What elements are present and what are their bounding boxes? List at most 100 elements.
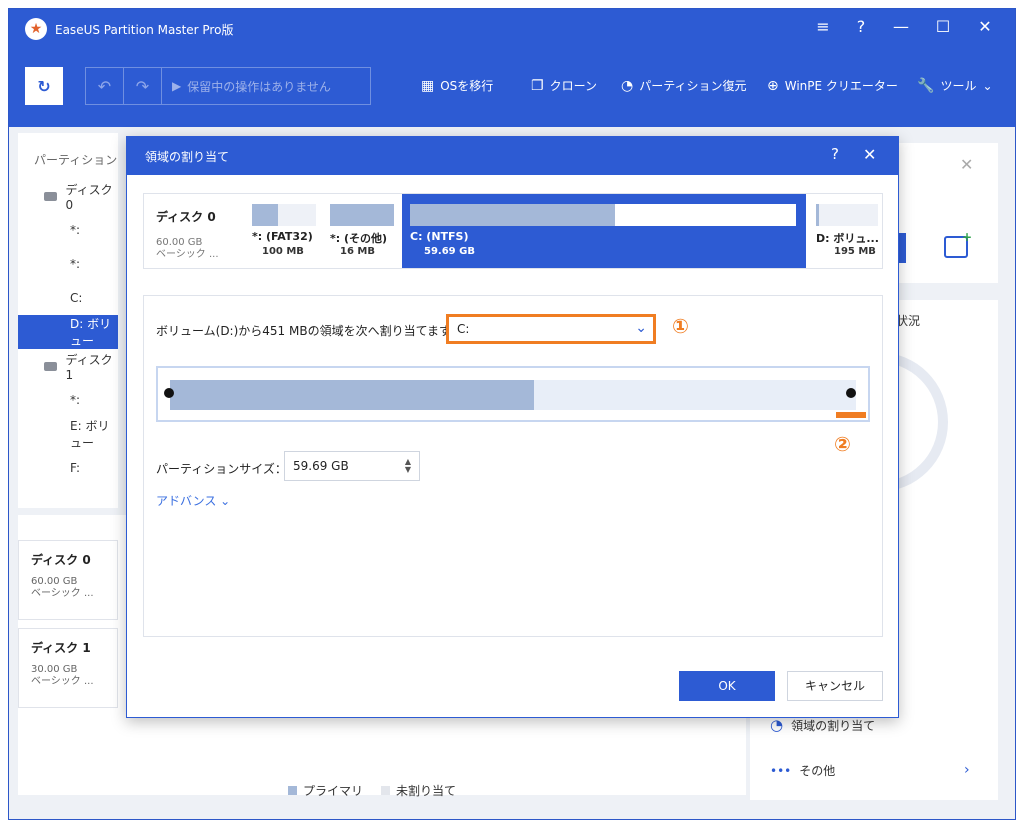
slider-fill: [170, 380, 534, 410]
partition-list-row[interactable]: C:: [18, 281, 118, 315]
drive-icon[interactable]: +: [944, 230, 972, 258]
target-partition-value: C:: [457, 322, 470, 336]
partition-size: 100 MB: [262, 246, 304, 257]
status-title: 状況: [896, 314, 921, 328]
partition-list-row[interactable]: *:: [18, 213, 118, 247]
partition-block[interactable]: D: ボリュ... 195 MB: [808, 194, 882, 268]
close-icon[interactable]: ✕: [960, 155, 973, 174]
help-icon[interactable]: ?: [831, 145, 839, 163]
ok-button[interactable]: OK: [679, 671, 775, 701]
partition-list-row[interactable]: ディスク1: [18, 349, 118, 383]
disk-icon: [44, 361, 58, 371]
partition-size: 59.69 GB: [424, 246, 475, 257]
minimize-button[interactable]: —: [889, 17, 913, 36]
help-icon[interactable]: ?: [849, 17, 873, 36]
row-label: ディスク1: [65, 352, 113, 382]
disk-card-size: 30.00 GB: [31, 664, 78, 675]
partition-usage-bar: [252, 204, 316, 226]
disk-card[interactable]: ディスク 1 30.00 GB ベーシック ...: [18, 628, 118, 708]
dialog-title: 領域の割り当て: [145, 150, 230, 164]
partition-list-row[interactable]: ディスク0: [18, 179, 118, 213]
partition-block[interactable]: *: (FAT32) 100 MB: [244, 194, 322, 268]
slider-left-handle[interactable]: [164, 388, 174, 398]
maximize-button[interactable]: ☐: [931, 17, 955, 36]
advanced-toggle[interactable]: アドバンス ⌄: [156, 492, 230, 509]
clone-label: クローン: [549, 79, 597, 93]
partition-list-row-selected[interactable]: D: ボリュー: [18, 315, 118, 349]
partition-list-row[interactable]: E: ボリュー: [18, 417, 118, 451]
disk-size: 60.00 GB: [156, 237, 203, 248]
chevron-right-icon[interactable]: ›: [964, 762, 970, 778]
wrench-icon: 🔧: [917, 77, 935, 94]
legend-swatch-unallocated: [381, 786, 391, 795]
row-label: *:: [70, 223, 81, 237]
partition-label: D: ボリュ...: [816, 232, 879, 245]
partition-size-slider[interactable]: [156, 366, 870, 422]
partition-list-row[interactable]: *:: [18, 247, 118, 281]
partition-size-input[interactable]: 59.69 GB ▲ ▼: [284, 451, 420, 481]
windows-icon: ▦: [421, 77, 435, 94]
tools-button[interactable]: 🔧 ツール ⌄: [917, 77, 993, 94]
legend: プライマリ 未割り当て: [288, 782, 456, 799]
refresh-button[interactable]: ↻: [25, 67, 63, 105]
more-icon: •••: [770, 763, 792, 778]
menu-icon[interactable]: ≡: [811, 17, 835, 36]
disk-card-name: ディスク 0: [31, 553, 91, 567]
slider-highlight-mark: [836, 412, 866, 418]
partition-size-label: パーティションサイズ：: [156, 462, 287, 476]
clone-button[interactable]: ❐ クローン: [531, 77, 597, 94]
disk-label: ディスク 0 60.00 GB ベーシック ...: [156, 208, 219, 261]
migrate-os-label: OSを移行: [440, 79, 494, 93]
target-partition-select[interactable]: C: ⌄: [446, 314, 656, 344]
pie-icon: ◔: [770, 716, 784, 734]
partition-size-value: 59.69 GB: [293, 459, 349, 473]
partition-list-header: パーティション: [34, 153, 118, 167]
disk-icon: [44, 191, 58, 201]
legend-swatch-primary: [288, 786, 297, 795]
partition-list-pane: パーティション ディスク0 *: *: C: D: ボリュー ディスク1 *: …: [18, 133, 118, 508]
partition-label: *: (その他): [330, 232, 388, 245]
partition-list-row[interactable]: *:: [18, 383, 118, 417]
disk-card-size: 60.00 GB: [31, 576, 78, 587]
legend-primary: プライマリ: [288, 782, 363, 799]
partition-recovery-button[interactable]: ◔ パーティション復元: [621, 77, 747, 94]
partition-size: 16 MB: [340, 246, 375, 257]
partition-usage-bar: [330, 204, 394, 226]
partition-usage-fill: [330, 204, 394, 226]
slider-track: [170, 380, 856, 410]
disk-type: ベーシック ...: [156, 249, 219, 260]
winpe-creator-button[interactable]: ⊕ WinPE クリエーター: [767, 77, 898, 94]
row-label: *:: [70, 393, 81, 407]
dialog-title-bar: 領域の割り当て ? ✕: [127, 137, 898, 175]
partition-block[interactable]: *: (その他) 16 MB: [322, 194, 400, 268]
close-icon[interactable]: ✕: [863, 145, 876, 164]
redo-icon: ↷: [135, 76, 150, 96]
close-button[interactable]: ✕: [973, 17, 997, 36]
dialog-body: ボリューム(D:)から451 MBの領域を次へ割り当てます： C: ⌄ ① ② …: [143, 295, 883, 637]
plus-icon: +: [961, 230, 972, 244]
undo-group: ↶ ↷ ▶ 保留中の操作はありません: [85, 67, 371, 105]
disk-map: ディスク 0 60.00 GB ベーシック ... *: (FAT32) 100 …: [143, 193, 883, 269]
undo-button[interactable]: ↶: [86, 68, 124, 104]
more-label: その他: [799, 764, 836, 778]
pie-icon: ◔: [621, 77, 634, 94]
slider-right-handle[interactable]: [846, 388, 856, 398]
partition-list-row[interactable]: F:: [18, 451, 118, 485]
row-label: E: ボリュー: [70, 419, 110, 450]
partition-label: C: (NTFS): [410, 230, 469, 243]
cancel-button[interactable]: キャンセル: [787, 671, 883, 701]
title-bar: ★ EaseUS Partition Master Pro版 ≡ ? — ☐ ✕: [9, 9, 1015, 49]
winpe-creator-label: WinPE クリエーター: [784, 79, 898, 93]
more-actions[interactable]: ••• その他: [770, 762, 835, 779]
row-label: C:: [70, 291, 83, 305]
apply-pending-button[interactable]: ▶ 保留中の操作はありません: [162, 78, 370, 95]
migrate-os-button[interactable]: ▦ OSを移行: [421, 77, 493, 94]
spinner-icon[interactable]: ▲ ▼: [405, 458, 411, 474]
partition-usage-bar: [816, 204, 878, 226]
toolbar: ↻ ↶ ↷ ▶ 保留中の操作はありません ▦ OSを移行 ❐ クローン ◔ パー…: [9, 49, 1015, 127]
clone-icon: ❐: [531, 77, 544, 94]
allocate-space-action[interactable]: ◔ 領域の割り当て: [770, 716, 875, 734]
redo-button[interactable]: ↷: [124, 68, 162, 104]
disk-card[interactable]: ディスク 0 60.00 GB ベーシック ...: [18, 540, 118, 620]
partition-block-selected[interactable]: C: (NTFS) 59.69 GB: [402, 194, 806, 268]
